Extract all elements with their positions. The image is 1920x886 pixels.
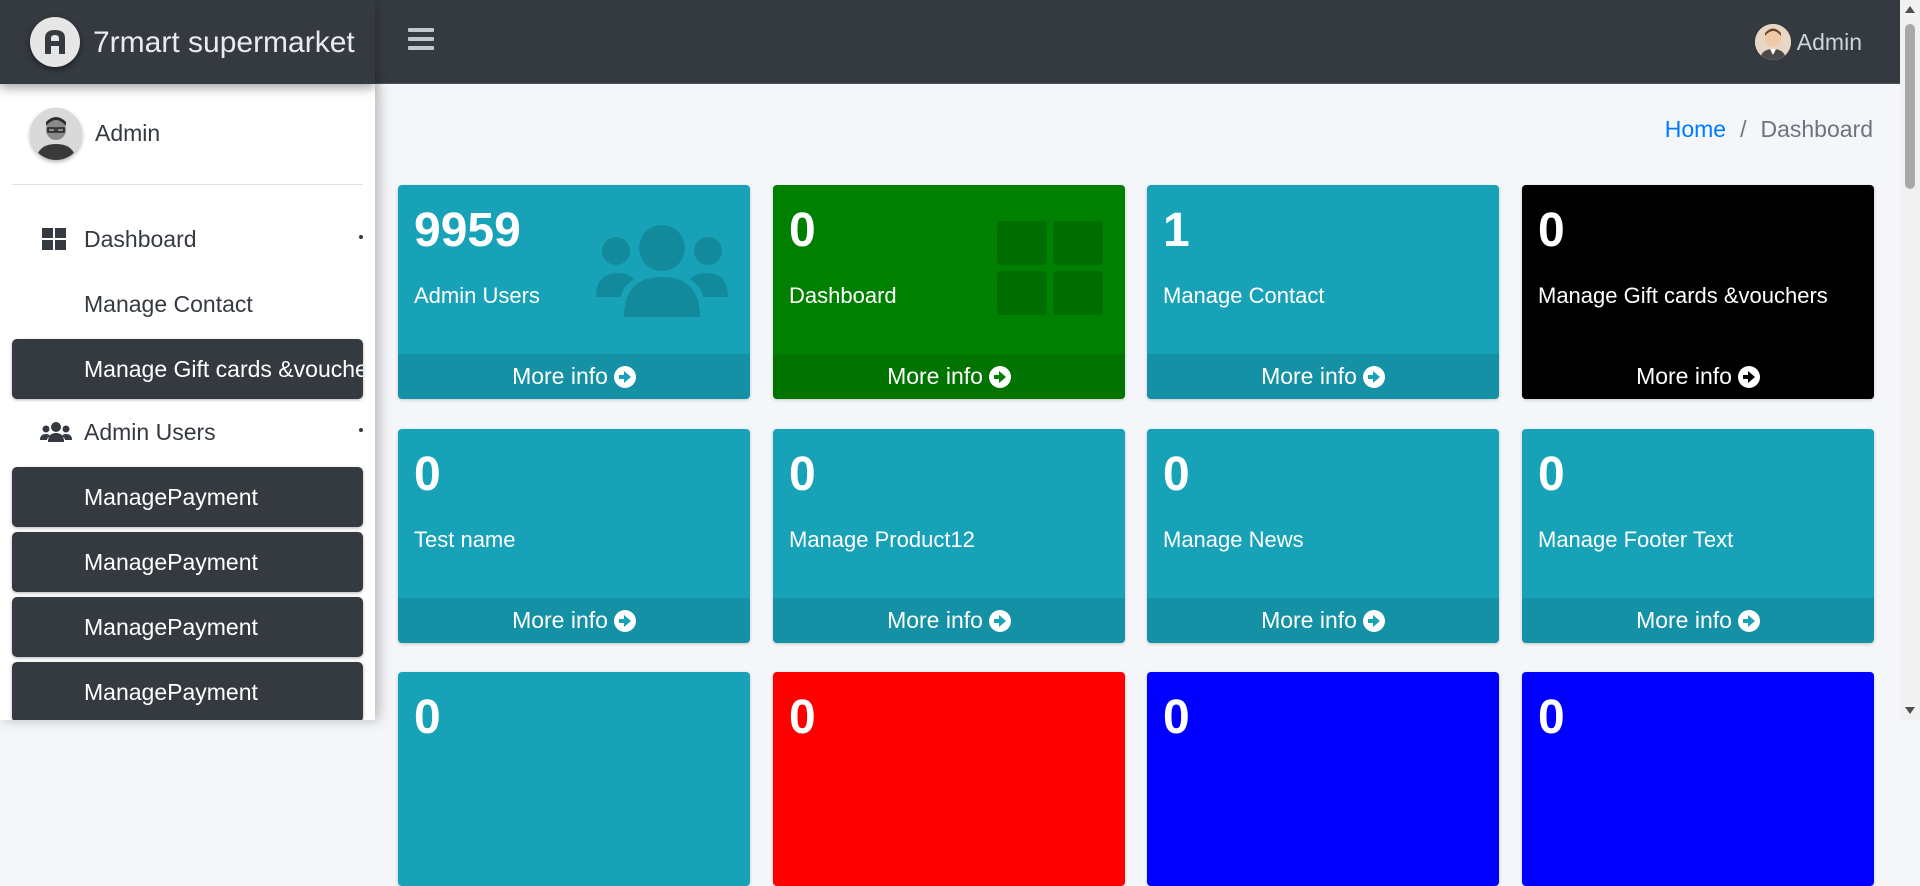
arrow-circle-right-icon [1737, 365, 1760, 388]
box-value: 0 [1163, 691, 1190, 744]
more-info-link[interactable]: More info [1522, 354, 1874, 399]
box-value: 0 [1538, 204, 1565, 257]
users-icon [40, 420, 72, 444]
sidebar-item-label: ManagePayment [84, 483, 258, 510]
small-box-test-name: 0 Test name More info [398, 429, 750, 643]
arrow-circle-right-icon [613, 609, 636, 632]
box-value: 0 [414, 691, 441, 744]
header-avatar [1754, 24, 1791, 60]
box-label: Admin Users [414, 283, 540, 308]
box-value: 0 [1163, 448, 1190, 501]
sidebar-item-manage-gift-cards[interactable]: Manage Gift cards &vouchers [12, 339, 363, 399]
small-box: 0 [773, 672, 1125, 886]
more-info-link[interactable]: More info [773, 598, 1125, 643]
sidebar-item-label: Admin Users [84, 418, 216, 445]
sidebar-item-manage-contact[interactable]: Manage Contact [12, 274, 363, 334]
arrow-circle-right-icon [613, 365, 636, 388]
scroll-up-icon[interactable] [1905, 6, 1915, 13]
more-info-label: More info [1636, 363, 1732, 389]
box-value: 0 [1538, 691, 1565, 744]
scroll-down-icon[interactable] [1905, 707, 1915, 714]
more-info-label: More info [512, 363, 608, 389]
arrow-circle-right-icon [1737, 609, 1760, 632]
small-box-gift-cards: 0 Manage Gift cards &vouchers More info [1522, 185, 1874, 399]
header-user-name: Admin [1796, 28, 1862, 55]
small-box-admin-users: 9959 Admin Users More info [398, 185, 750, 399]
brand-link[interactable]: 7rmart supermarket [0, 0, 375, 84]
page-scrollbar[interactable] [1900, 0, 1920, 720]
brand-logo-icon [30, 17, 80, 67]
sidebar-item-managepayment[interactable]: ManagePayment [12, 662, 363, 720]
box-label: Manage Gift cards &vouchers [1538, 283, 1828, 308]
small-box: 0 [1147, 672, 1499, 886]
small-box: 0 [398, 672, 750, 886]
more-info-link[interactable]: More info [398, 598, 750, 643]
more-info-link[interactable]: More info [398, 354, 750, 399]
sidebar-item-label: Manage Contact [84, 290, 253, 317]
menu-toggle-icon[interactable] [408, 28, 434, 54]
sidebar-avatar [30, 108, 82, 160]
more-info-link[interactable]: More info [773, 354, 1125, 399]
small-box-dashboard: 0 Dashboard More info [773, 185, 1125, 399]
chevron-left-icon [359, 235, 363, 239]
small-box-manage-footer-text: 0 Manage Footer Text More info [1522, 429, 1874, 643]
small-box-manage-news: 0 Manage News More info [1147, 429, 1499, 643]
box-value: 0 [789, 448, 816, 501]
arrow-circle-right-icon [988, 609, 1011, 632]
more-info-label: More info [1261, 363, 1357, 389]
dashboard-icon [40, 227, 68, 251]
box-value: 0 [414, 448, 441, 501]
sidebar-item-label: ManagePayment [84, 678, 258, 705]
dashboard-icon [997, 221, 1103, 320]
arrow-circle-right-icon [1362, 609, 1385, 632]
scrollbar-thumb[interactable] [1905, 24, 1915, 189]
box-label: Dashboard [789, 283, 897, 308]
breadcrumb-separator: / [1740, 116, 1747, 142]
sidebar-item-managepayment[interactable]: ManagePayment [12, 532, 363, 592]
small-box-manage-product: 0 Manage Product12 More info [773, 429, 1125, 643]
sidebar-user-name[interactable]: Admin [95, 120, 160, 147]
more-info-link[interactable]: More info [1147, 354, 1499, 399]
box-value: 0 [789, 691, 816, 744]
breadcrumb-home-link[interactable]: Home [1665, 116, 1726, 143]
box-label: Manage Contact [1163, 283, 1325, 308]
users-icon [596, 221, 728, 322]
box-value: 9959 [414, 204, 521, 257]
chevron-left-icon [359, 428, 363, 432]
sidebar-item-admin-users[interactable]: Admin Users [12, 402, 363, 462]
header-user-menu[interactable]: Admin [1754, 24, 1862, 60]
more-info-label: More info [887, 607, 983, 633]
brand-name: 7rmart supermarket [93, 26, 355, 59]
more-info-link[interactable]: More info [1147, 598, 1499, 643]
breadcrumb: Home / Dashboard [1665, 116, 1873, 143]
box-label: Manage Footer Text [1538, 527, 1734, 552]
sidebar-item-dashboard[interactable]: Dashboard [12, 209, 363, 269]
box-label: Test name [414, 527, 516, 552]
breadcrumb-current: Dashboard [1760, 116, 1873, 142]
sidebar-item-managepayment[interactable]: ManagePayment [12, 597, 363, 657]
small-box-manage-contact: 1 Manage Contact More info [1147, 185, 1499, 399]
box-value: 0 [1538, 448, 1565, 501]
sidebar-item-label: ManagePayment [84, 613, 258, 640]
more-info-label: More info [887, 363, 983, 389]
box-label: Manage Product12 [789, 527, 975, 552]
more-info-label: More info [512, 607, 608, 633]
arrow-circle-right-icon [988, 365, 1011, 388]
small-box: 0 [1522, 672, 1874, 886]
more-info-label: More info [1261, 607, 1357, 633]
sidebar-item-label: ManagePayment [84, 548, 258, 575]
sidebar-user-panel: Admin [12, 84, 363, 185]
box-value: 1 [1163, 204, 1190, 257]
sidebar-item-managepayment[interactable]: ManagePayment [12, 467, 363, 527]
more-info-link[interactable]: More info [1522, 598, 1874, 643]
arrow-circle-right-icon [1362, 365, 1385, 388]
box-label: Manage News [1163, 527, 1304, 552]
more-info-label: More info [1636, 607, 1732, 633]
sidebar-item-label: Manage Gift cards &vouchers [84, 355, 363, 382]
box-value: 0 [789, 204, 816, 257]
sidebar-item-label: Dashboard [84, 225, 197, 252]
sidebar: Admin Dashboard Manage Contact Manage Gi… [0, 84, 375, 720]
